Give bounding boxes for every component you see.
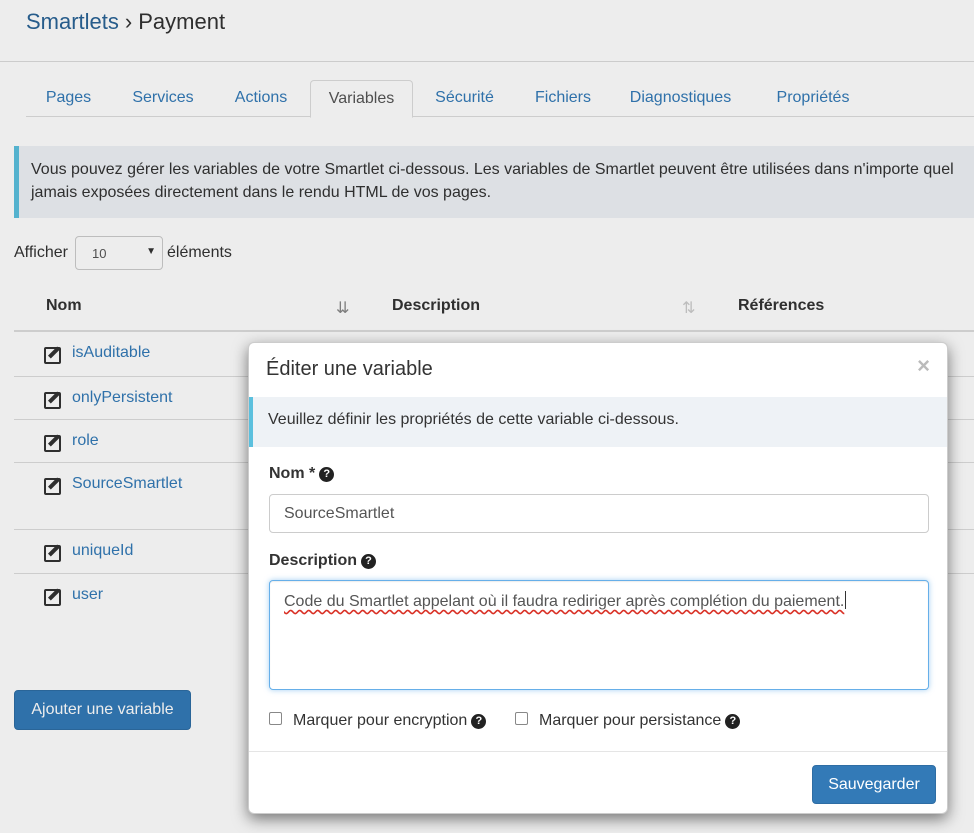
encryption-label-text: Marquer pour encryption bbox=[293, 712, 468, 729]
modal-info-banner: Veuillez définir les propriétés de cette… bbox=[249, 397, 947, 447]
save-button[interactable]: Sauvegarder bbox=[812, 765, 936, 804]
question-circle-icon[interactable]: ? bbox=[471, 714, 487, 729]
modal-title: Éditer une variable bbox=[266, 358, 433, 380]
modal-footer: Sauvegarder bbox=[249, 751, 947, 813]
description-label: Description? bbox=[269, 552, 377, 570]
name-label-text: Nom * bbox=[269, 465, 316, 482]
name-input[interactable]: SourceSmartlet bbox=[269, 494, 929, 533]
persistence-label: Marquer pour persistance? bbox=[539, 712, 741, 730]
persistence-label-text: Marquer pour persistance bbox=[539, 712, 722, 729]
persistence-checkbox[interactable] bbox=[515, 712, 528, 725]
description-textarea[interactable]: Code du Smartlet appelant où il faudra r… bbox=[269, 580, 929, 690]
encryption-checkbox[interactable] bbox=[269, 712, 282, 725]
name-label: Nom *? bbox=[269, 465, 335, 483]
description-label-text: Description bbox=[269, 552, 358, 569]
text-cursor bbox=[845, 591, 847, 609]
question-circle-icon[interactable]: ? bbox=[319, 467, 335, 482]
description-text: Code du Smartlet appelant où il faudra r… bbox=[284, 593, 845, 610]
edit-variable-modal: Éditer une variable × Veuillez définir l… bbox=[248, 342, 948, 814]
close-icon[interactable]: × bbox=[917, 353, 930, 379]
question-circle-icon[interactable]: ? bbox=[725, 714, 741, 729]
encryption-label: Marquer pour encryption? bbox=[293, 712, 487, 730]
modal-header: Éditer une variable × bbox=[249, 343, 947, 393]
question-circle-icon[interactable]: ? bbox=[361, 554, 377, 569]
